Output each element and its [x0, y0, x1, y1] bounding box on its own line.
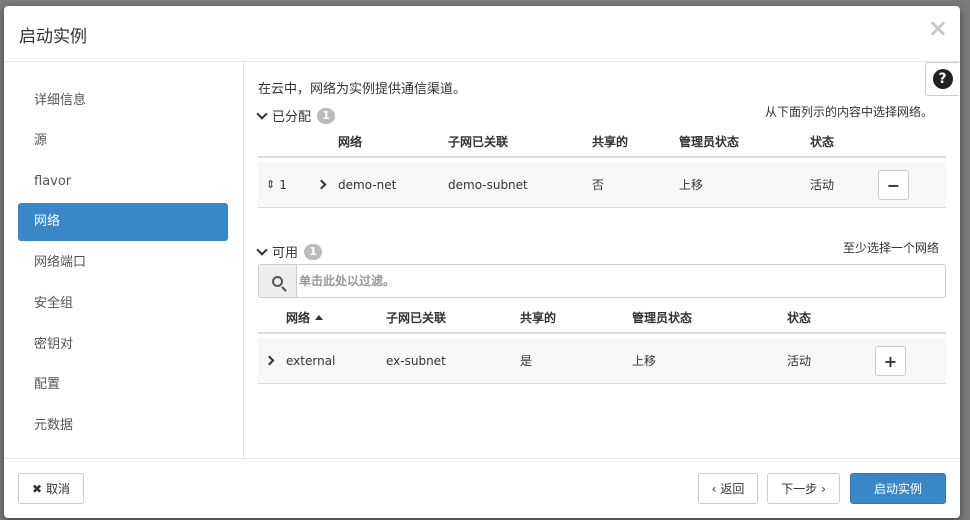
table-row: external ex-subnet 是 上移 活动 +: [258, 338, 946, 384]
sidebar-item-source[interactable]: 源: [18, 122, 228, 160]
available-table-header: 网络 子网已关联 共享的 管理员状态 状态: [258, 302, 946, 334]
cell-network: demo-net: [338, 177, 397, 192]
cell-shared: 否: [592, 178, 605, 192]
sidebar-item-configuration[interactable]: 配置: [18, 366, 228, 404]
intro-text: 在云中，网络为实例提供通信渠道。: [258, 82, 467, 97]
chevron-down-icon: [256, 243, 268, 256]
col-status: 状态: [810, 134, 835, 149]
modal-header: 启动实例 ×: [4, 6, 960, 62]
sort-arrows-icon: ⇕: [266, 177, 276, 191]
allocated-hint: 从下面列示的内容中选择网络。: [765, 105, 934, 119]
cell-shared: 是: [520, 354, 533, 368]
drag-order-handle[interactable]: ⇕ 1: [266, 162, 287, 207]
next-label: 下一步: [781, 482, 818, 496]
col-status: 状态: [787, 310, 812, 325]
cell-status: 活动: [787, 354, 812, 368]
next-button[interactable]: 下一步 ›: [767, 473, 840, 504]
sidebar-item-key-pair[interactable]: 密钥对: [18, 326, 228, 364]
expand-row-toggle[interactable]: [316, 162, 327, 207]
sidebar-item-details[interactable]: 详细信息: [18, 82, 228, 120]
filter-input[interactable]: [299, 266, 939, 296]
cell-status: 活动: [810, 178, 835, 192]
back-button[interactable]: ‹ 返回: [698, 473, 758, 504]
cancel-button[interactable]: ✖ 取消: [18, 473, 84, 504]
allocated-label: 已分配: [272, 110, 312, 125]
col-network-label: 网络: [286, 310, 311, 325]
col-network-sortable[interactable]: 网络: [286, 302, 324, 332]
col-subnet: 子网已关联: [448, 134, 509, 149]
cell-subnet: demo-subnet: [448, 177, 528, 192]
chevron-left-icon: ‹: [711, 481, 717, 496]
col-network: 网络: [338, 134, 363, 149]
modal-footer: ✖ 取消 ‹ 返回 下一步 › 启动实例: [4, 458, 960, 518]
table-row: ⇕ 1 demo-net demo-subnet 否 上移 活动 −: [258, 162, 946, 208]
available-label: 可用: [272, 246, 299, 261]
expand-row-toggle[interactable]: [264, 338, 275, 383]
sidebar-item-networks[interactable]: 网络: [18, 203, 228, 241]
remove-network-button[interactable]: −: [878, 170, 909, 200]
launch-instance-modal: 启动实例 × 详细信息 源 flavor 网络 网络端口 安全组 密钥对 配置 …: [4, 6, 960, 518]
cell-admin-state: 上移: [632, 354, 657, 368]
col-shared: 共享的: [520, 310, 557, 325]
cancel-label: 取消: [46, 482, 71, 496]
row-order: 1: [279, 177, 287, 192]
col-admin-state: 管理员状态: [679, 134, 740, 149]
cell-admin-state: 上移: [679, 178, 704, 192]
modal-title: 启动实例: [19, 27, 87, 47]
help-button[interactable]: ?: [925, 62, 959, 96]
chevron-right-icon: ›: [821, 481, 826, 496]
close-icon: ✖: [31, 481, 43, 496]
add-network-button[interactable]: +: [875, 346, 906, 376]
col-shared: 共享的: [592, 134, 629, 149]
search-icon: [259, 265, 297, 297]
cell-network: external: [286, 353, 336, 368]
wizard-sidebar: 详细信息 源 flavor 网络 网络端口 安全组 密钥对 配置 元数据: [4, 62, 244, 458]
available-section-toggle[interactable]: 可用 1: [256, 242, 323, 261]
allocated-section-toggle[interactable]: 已分配 1: [256, 106, 336, 125]
help-icon: ?: [932, 69, 953, 89]
sidebar-item-metadata[interactable]: 元数据: [18, 407, 228, 445]
allocated-table-header: 网络 子网已关联 共享的 管理员状态 状态: [258, 126, 946, 158]
filter-box: [258, 264, 946, 298]
back-label: 返回: [720, 482, 745, 496]
available-hint: 至少选择一个网络: [843, 241, 940, 255]
sidebar-item-flavor[interactable]: flavor: [18, 163, 228, 201]
chevron-right-icon: [264, 355, 275, 366]
networks-panel: 在云中，网络为实例提供通信渠道。 已分配 1 从下面列示的内容中选择网络。 网络…: [244, 62, 960, 458]
chevron-down-icon: [256, 107, 268, 120]
close-icon[interactable]: ×: [928, 16, 948, 40]
sidebar-item-network-ports[interactable]: 网络端口: [18, 244, 228, 282]
col-admin-state: 管理员状态: [632, 310, 693, 325]
launch-instance-button[interactable]: 启动实例: [850, 473, 946, 504]
sort-ascending-icon: [315, 314, 324, 320]
launch-label: 启动实例: [873, 482, 922, 496]
cell-subnet: ex-subnet: [386, 353, 446, 368]
sidebar-item-security-groups[interactable]: 安全组: [18, 285, 228, 323]
allocated-count-badge: 1: [317, 107, 336, 124]
available-count-badge: 1: [304, 243, 323, 260]
chevron-right-icon: [316, 179, 327, 190]
col-subnet: 子网已关联: [386, 310, 447, 325]
